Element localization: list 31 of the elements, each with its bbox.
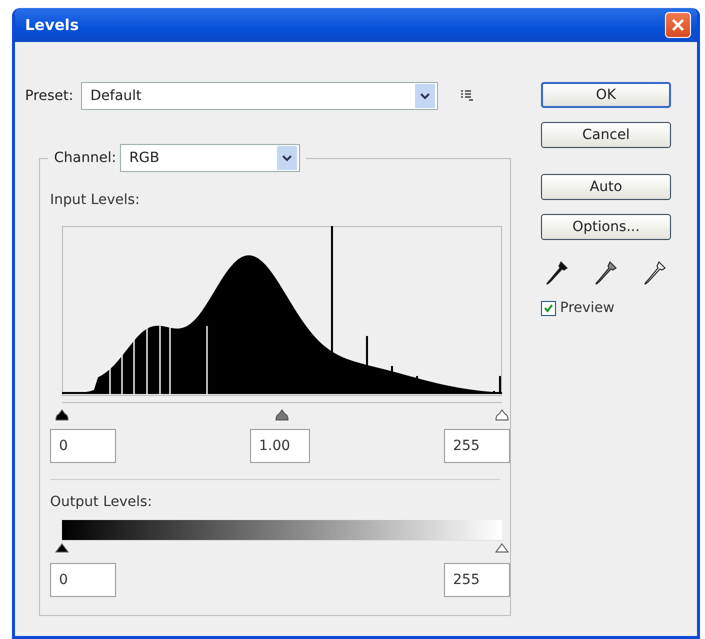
dialog-button[interactable]: OK bbox=[541, 82, 671, 108]
output-levels-label: Output Levels: bbox=[50, 494, 154, 510]
slider-handle[interactable] bbox=[495, 409, 509, 421]
input-field[interactable]: 255 bbox=[444, 429, 510, 463]
chevron-down-icon bbox=[282, 154, 292, 162]
preset-label: Preset: bbox=[25, 88, 74, 104]
window-title: Levels bbox=[25, 16, 79, 34]
eyedropper-icon[interactable] bbox=[594, 260, 618, 286]
chevron-down-icon bbox=[420, 92, 430, 100]
output-field[interactable]: 255 bbox=[444, 563, 510, 597]
channel-dropdown[interactable]: RGB bbox=[120, 144, 300, 172]
close-button[interactable] bbox=[665, 12, 691, 38]
input-field[interactable]: 0 bbox=[50, 429, 116, 463]
close-icon bbox=[671, 18, 685, 32]
dialog-button[interactable]: Cancel bbox=[541, 122, 671, 148]
dialog-button[interactable]: Options... bbox=[541, 214, 671, 240]
channel-label: Channel: bbox=[54, 150, 116, 166]
list-menu-icon[interactable] bbox=[460, 90, 474, 102]
output-field[interactable]: 0 bbox=[50, 563, 116, 597]
dialog-button[interactable]: Auto bbox=[541, 174, 671, 200]
preview-checkbox[interactable] bbox=[541, 300, 556, 316]
input-levels-label: Input Levels: bbox=[50, 192, 141, 208]
preset-dropdown[interactable]: Default bbox=[81, 82, 438, 110]
slider-handle[interactable] bbox=[495, 543, 509, 553]
slider-handle[interactable] bbox=[55, 543, 69, 553]
slider-handle[interactable] bbox=[55, 409, 69, 421]
preview-label: Preview bbox=[560, 300, 614, 316]
input-field[interactable]: 1.00 bbox=[250, 429, 310, 463]
eyedropper-icon[interactable] bbox=[545, 260, 569, 286]
eyedropper-icon[interactable] bbox=[643, 260, 667, 286]
slider-handle[interactable] bbox=[275, 409, 289, 421]
